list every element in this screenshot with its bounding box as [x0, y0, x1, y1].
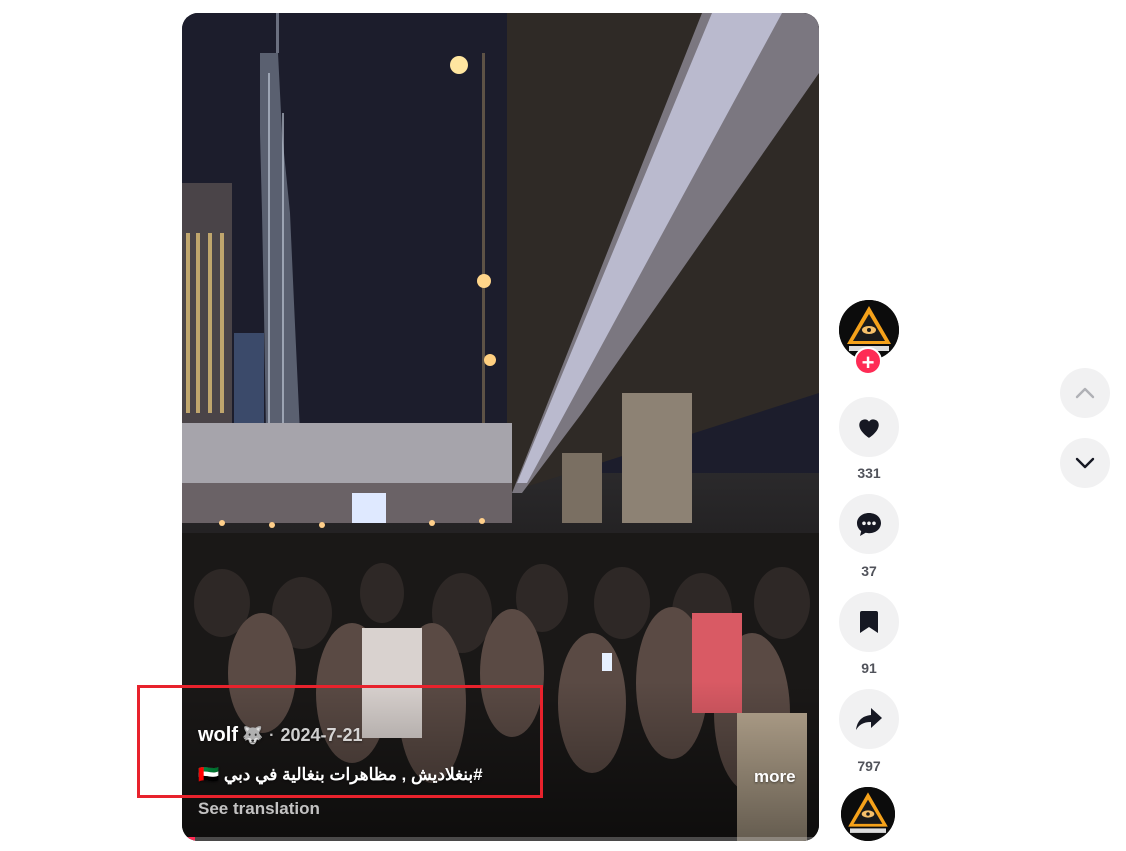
share-icon: [856, 708, 882, 730]
author-name[interactable]: wolf: [198, 724, 238, 747]
wolf-emoji-icon: 🐺: [242, 725, 264, 745]
comment-button[interactable]: [839, 494, 899, 554]
share-button[interactable]: [839, 689, 899, 749]
video-progress-bar[interactable]: [182, 837, 819, 841]
bookmark-count: 91: [861, 660, 877, 676]
bookmark-icon: [860, 611, 878, 633]
more-button[interactable]: more: [754, 767, 796, 787]
music-disc-logo-icon: [841, 787, 895, 841]
like-button[interactable]: [839, 397, 899, 457]
post-date: 2024-7-21: [280, 725, 363, 745]
separator: ·: [269, 726, 275, 744]
see-translation-link[interactable]: See translation: [198, 799, 320, 819]
chevron-down-icon: [1075, 457, 1095, 469]
music-disc[interactable]: [841, 787, 895, 841]
like-count: 331: [857, 465, 881, 481]
bookmark-button[interactable]: [839, 592, 899, 652]
chevron-up-icon: [1075, 387, 1095, 399]
comment-count: 37: [861, 563, 877, 579]
heart-icon: [859, 419, 879, 438]
previous-video-button[interactable]: [1060, 368, 1110, 418]
next-video-button[interactable]: [1060, 438, 1110, 488]
video-player[interactable]: wolf 🐺 · 2024-7-21 #بنغلاديش , مظاهرات ب…: [182, 13, 819, 841]
author-row: wolf 🐺 · 2024-7-21: [198, 724, 363, 747]
video-progress-fill: [182, 837, 195, 841]
share-count: 797: [857, 758, 881, 774]
follow-plus-icon[interactable]: +: [854, 347, 882, 375]
video-caption: #بنغلاديش , مظاهرات بنغالية في دبي 🇦🇪: [198, 765, 483, 784]
comment-icon: [857, 513, 881, 536]
